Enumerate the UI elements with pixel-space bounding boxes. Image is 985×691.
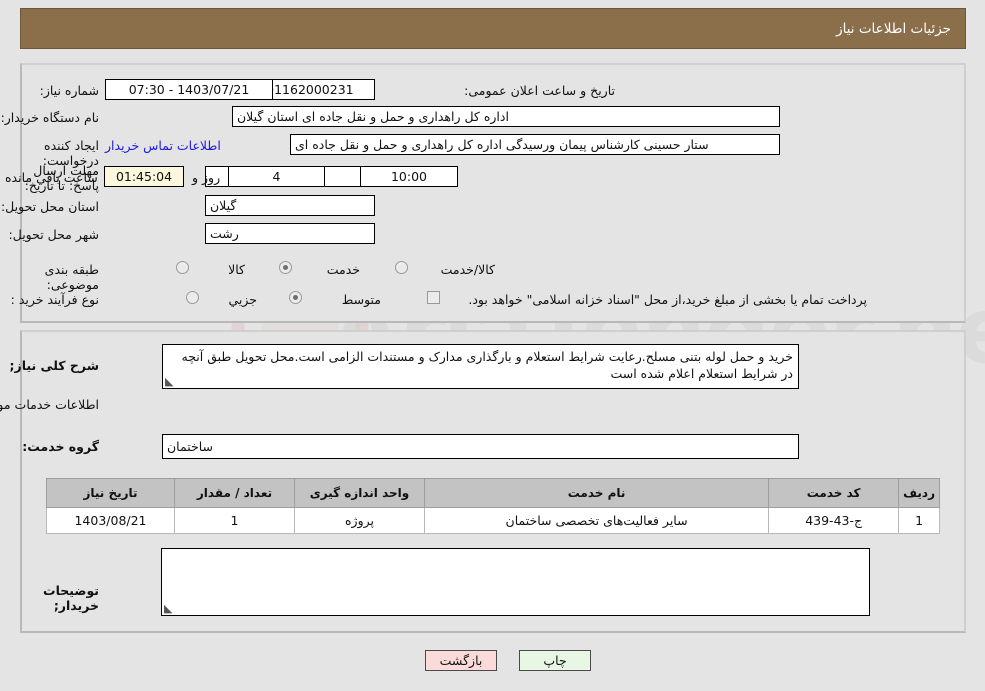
col-quantity: تعداد / مقدار [174, 478, 295, 508]
page-header-bar: جزئیات اطلاعات نیاز [20, 8, 966, 49]
remaining-days-value: 4 [228, 166, 325, 187]
announcement-datetime-value: 1403/07/21 - 07:30 [105, 79, 273, 100]
checkbox-islamic-treasury[interactable] [427, 291, 440, 304]
buyer-org-label: نام دستگاه خریدار: [0, 110, 99, 125]
back-button-label: بازگشت [439, 653, 483, 668]
col-need-date: تاریخ نیاز [46, 478, 175, 508]
back-button[interactable]: بازگشت [425, 650, 497, 671]
buyer-org-value: اداره کل راهداری و حمل و نقل جاده ای است… [232, 106, 780, 127]
radio-subject-kala-khedmat-label: کالا/خدمت [440, 262, 495, 277]
countdown-timer: 01:45:04 [104, 166, 184, 187]
service-group-label: گروه خدمت: [22, 439, 99, 454]
buyer-contact-link[interactable]: اطلاعات تماس خریدار [105, 138, 221, 153]
cell-unit: پروژه [294, 507, 425, 534]
services-section-title: اطلاعات خدمات مورد نیاز [0, 397, 99, 412]
radio-subject-kala-label: کالا [228, 262, 245, 277]
delivery-city-value: رشت [205, 223, 375, 244]
radio-purchase-motavaset-label: متوسط [341, 292, 381, 307]
services-table: ردیف کد خدمت نام خدمت واحد اندازه گیری ت… [46, 478, 940, 534]
table-header-row: ردیف کد خدمت نام خدمت واحد اندازه گیری ت… [46, 478, 940, 508]
resize-grip-icon[interactable]: ◢ [165, 375, 175, 388]
page-title: جزئیات اطلاعات نیاز [836, 20, 951, 37]
cell-quantity: 1 [174, 507, 295, 534]
print-button[interactable]: چاپ [519, 650, 591, 671]
print-button-label: چاپ [543, 653, 567, 668]
radio-purchase-jozi-label: جزیي [228, 292, 257, 307]
cell-service-name: سایر فعالیت‌های تخصصی ساختمان [423, 507, 770, 534]
radio-subject-khedmat-label: خدمت [326, 262, 360, 277]
col-unit: واحد اندازه گیری [294, 478, 425, 508]
resize-grip-icon[interactable]: ◢ [164, 602, 174, 615]
need-number-label: شماره نیاز: [39, 83, 99, 98]
buyer-notes-label: توضیحات خریدار; [43, 583, 99, 613]
buyer-notes-textarea[interactable]: ◢ [161, 548, 870, 616]
cell-need-date: 1403/08/21 [46, 507, 175, 534]
general-description-label: شرح کلی نیاز; [9, 358, 99, 373]
delivery-province-label: استان محل تحویل: [0, 199, 99, 214]
countdown-label: ساعت باقي مانده [5, 170, 98, 185]
checkbox-islamic-treasury-label: پرداخت تمام یا بخشی از مبلغ خرید،از محل … [468, 292, 867, 307]
delivery-province-value: گیلان [205, 195, 375, 216]
subject-class-label: طبقه بندی موضوعی: [44, 262, 99, 292]
page-root: AriaTender.net جزئیات اطلاعات نیاز شماره… [0, 0, 985, 691]
deadline-time-value: 10:00 [360, 166, 458, 187]
col-row-no: ردیف [898, 478, 940, 508]
announcement-datetime-label: تاریخ و ساعت اعلان عمومی: [464, 83, 615, 98]
delivery-city-label: شهر محل تحویل: [8, 227, 99, 242]
radio-purchase-jozi[interactable] [186, 291, 199, 304]
col-service-code: کد خدمت [768, 478, 900, 508]
general-description-text[interactable]: خرید و حمل لوله بتنی مسلح.رعایت شرایط اس… [162, 344, 799, 389]
remaining-days-label: روز و [192, 170, 221, 185]
radio-subject-khedmat[interactable] [279, 261, 292, 274]
radio-purchase-motavaset[interactable] [289, 291, 302, 304]
general-description-value: خرید و حمل لوله بتنی مسلح.رعایت شرایط اس… [181, 349, 793, 381]
service-group-value: ساختمان [162, 434, 799, 459]
need-info-panel [20, 63, 966, 323]
cell-service-code: ج-43-439 [768, 507, 900, 534]
table-row: 1 ج-43-439 سایر فعالیت‌های تخصصی ساختمان… [46, 507, 940, 534]
cell-row-no: 1 [898, 507, 940, 534]
purchase-type-label: نوع فرآیند خرید : [10, 292, 99, 307]
radio-subject-kala[interactable] [176, 261, 189, 274]
requester-value: ستار حسینی کارشناس پیمان ورسیدگی اداره ک… [290, 134, 780, 155]
radio-subject-kala-khedmat[interactable] [395, 261, 408, 274]
col-service-name: نام خدمت [423, 478, 770, 508]
